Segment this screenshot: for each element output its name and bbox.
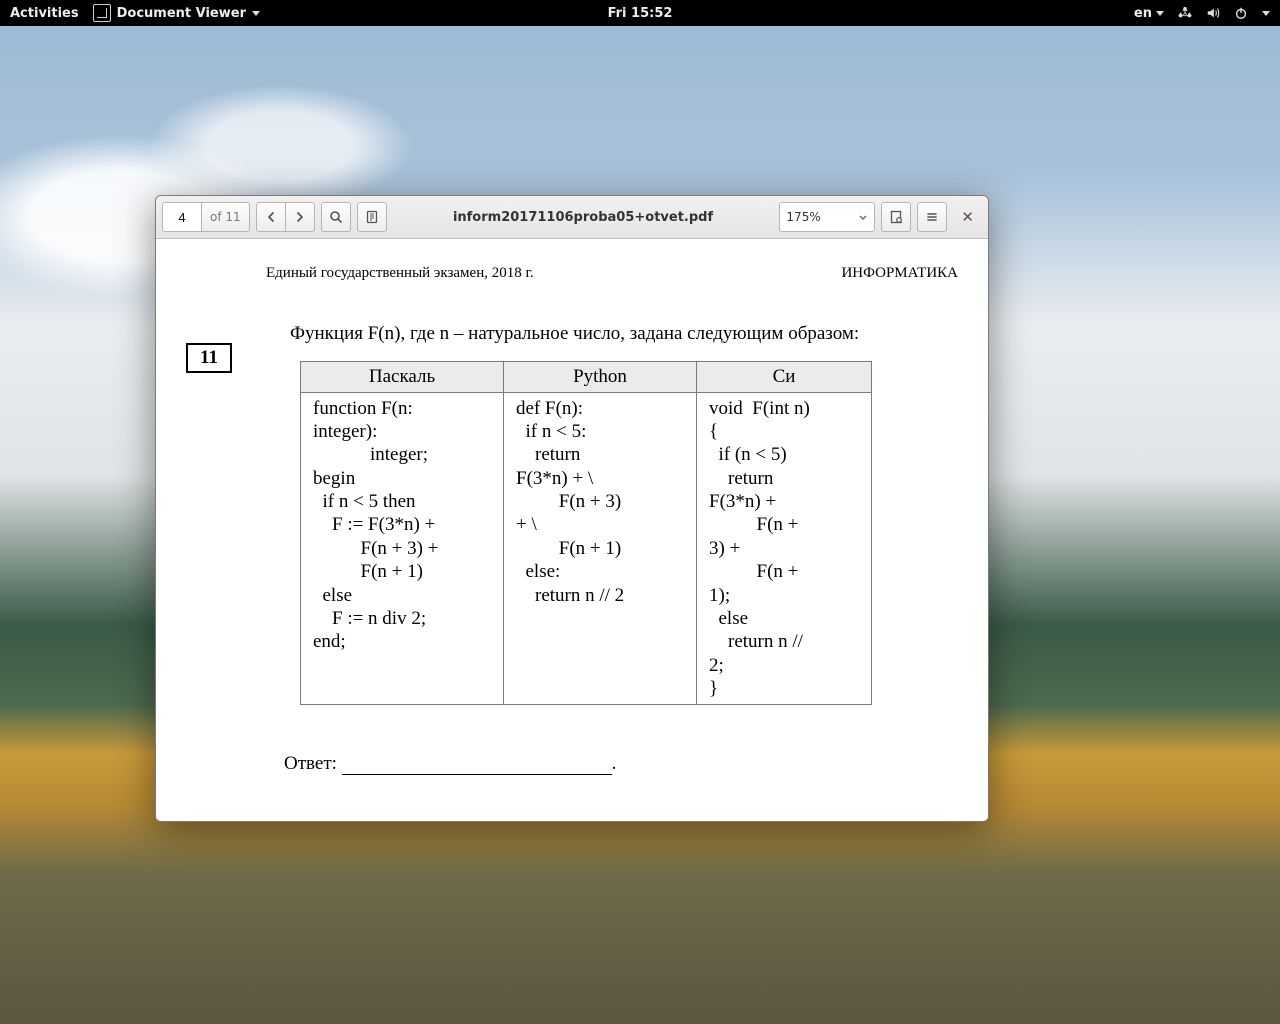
- col-header-pascal: Паскаль: [301, 361, 504, 392]
- desktop-wallpaper: of 11 inform20171106proba05+otvet.pdf 17…: [0, 26, 1280, 1024]
- code-python: def F(n): if n < 5: return F(3*n) + \ F(…: [504, 392, 697, 705]
- question-text: Функция F(n), где n – натуральное число,…: [290, 322, 968, 347]
- page-count-label: of 11: [201, 202, 250, 232]
- app-menu-label: Document Viewer: [117, 6, 246, 21]
- search-button[interactable]: [321, 202, 351, 232]
- volume-icon[interactable]: [1206, 6, 1220, 20]
- chevron-down-icon: [1156, 11, 1164, 16]
- hamburger-menu-button[interactable]: [917, 202, 947, 232]
- chevron-down-icon: [1262, 11, 1270, 16]
- app-menu[interactable]: Document Viewer: [93, 4, 260, 22]
- code-c: void F(int n) { if (n < 5) return F(3*n)…: [697, 392, 872, 705]
- answer-line: Ответ: .: [284, 753, 968, 775]
- doc-header-right: ИНФОРМАТИКА: [841, 265, 958, 282]
- page-number-input[interactable]: [162, 202, 201, 232]
- network-icon[interactable]: [1178, 6, 1192, 20]
- prev-page-button[interactable]: [256, 202, 286, 232]
- chevron-down-icon: [858, 212, 868, 222]
- answer-trail: .: [612, 753, 617, 774]
- gnome-topbar: Activities Document Viewer Fri 15:52 en: [0, 0, 1280, 26]
- document-viewer-window: of 11 inform20171106proba05+otvet.pdf 17…: [155, 195, 989, 822]
- headerbar: of 11 inform20171106proba05+otvet.pdf 17…: [156, 196, 988, 239]
- zoom-combobox[interactable]: 175%: [779, 202, 875, 232]
- document-viewer-icon: [93, 4, 111, 22]
- document-title: inform20171106proba05+otvet.pdf: [393, 210, 774, 225]
- window-close-button[interactable]: ✕: [953, 208, 982, 226]
- code-pascal: function F(n: integer): integer; begin i…: [301, 392, 504, 705]
- pdf-page: Единый государственный экзамен, 2018 г. …: [156, 239, 988, 805]
- power-icon[interactable]: [1234, 6, 1248, 20]
- nav-group: [256, 202, 315, 232]
- doc-header-left: Единый государственный экзамен, 2018 г.: [266, 265, 534, 282]
- annotations-button[interactable]: [357, 202, 387, 232]
- col-header-c: Си: [697, 361, 872, 392]
- keyboard-layout-indicator[interactable]: en: [1134, 6, 1164, 21]
- answer-label: Ответ:: [284, 753, 342, 774]
- col-header-python: Python: [504, 361, 697, 392]
- code-table: Паскаль Python Си function F(n: integer)…: [300, 361, 872, 706]
- chevron-down-icon: [252, 11, 260, 16]
- document-area[interactable]: Единый государственный экзамен, 2018 г. …: [156, 239, 988, 821]
- page-selector: of 11: [162, 202, 250, 232]
- answer-blank: [342, 774, 612, 775]
- next-page-button[interactable]: [285, 202, 315, 232]
- zoom-value: 175%: [786, 210, 820, 224]
- view-options-button[interactable]: [881, 202, 911, 232]
- question-number-box: 11: [186, 343, 232, 373]
- activities-button[interactable]: Activities: [10, 6, 79, 21]
- clock[interactable]: Fri 15:52: [608, 6, 673, 21]
